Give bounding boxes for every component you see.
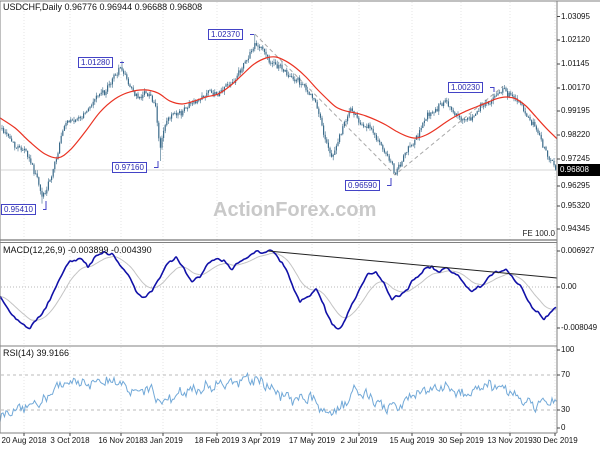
price-annotation: 0.96590 [345,180,380,191]
rsi-axis-label: 0 [561,423,566,432]
macd-axis-label: -0.008049 [561,323,598,332]
price-annotation: 1.02370 [208,29,243,40]
rsi-title: RSI(14) 39.9166 [3,348,70,358]
x-axis-label: 30 Dec 2019 [532,436,578,445]
rsi-axis-label: 30 [561,405,570,414]
x-axis-label: 2 Jul 2019 [340,436,378,445]
y-axis-label: 0.97245 [561,154,590,163]
price-annotation: 1.01280 [78,57,113,68]
y-axis-label: 1.01145 [561,59,590,68]
y-axis-label: 1.03095 [561,11,590,21]
current-price-badge: 0.96808 [558,164,600,176]
macd-axis-label: 0.00 [561,282,577,291]
macd-axis-label: 0.006927 [561,246,595,255]
y-axis-label: 0.99195 [561,106,590,115]
y-axis-label: 1.00170 [561,83,590,92]
x-axis-label: 3 Jan 2019 [143,436,183,445]
y-axis-label: 0.94345 [561,224,590,233]
price-annotation: 0.95410 [1,204,36,215]
macd-title: MACD(12,26,9) -0.003899 -0.004390 [3,245,152,255]
rsi-axis-label: 100 [561,345,575,354]
price-annotation: 0.97160 [112,162,147,173]
price-annotation: 1.00230 [448,82,483,93]
y-axis-label: 0.95320 [561,201,590,210]
rsi-axis-label: 70 [561,370,570,379]
y-axis-label: 0.98220 [561,130,590,139]
y-axis-label: 1.02120 [561,35,590,44]
watermark: ActionForex.com [213,199,377,221]
macd-panel[interactable] [0,243,557,345]
forex-chart: USDCHF,Daily 0.96776 0.96944 0.96688 0.9… [0,0,600,450]
rsi-panel[interactable] [0,346,557,433]
chart-title: USDCHF,Daily 0.96776 0.96944 0.96688 0.9… [3,2,203,12]
fibonacci-extension-label: FE 100.0 [522,229,555,238]
y-axis-label: 0.96295 [561,181,590,190]
